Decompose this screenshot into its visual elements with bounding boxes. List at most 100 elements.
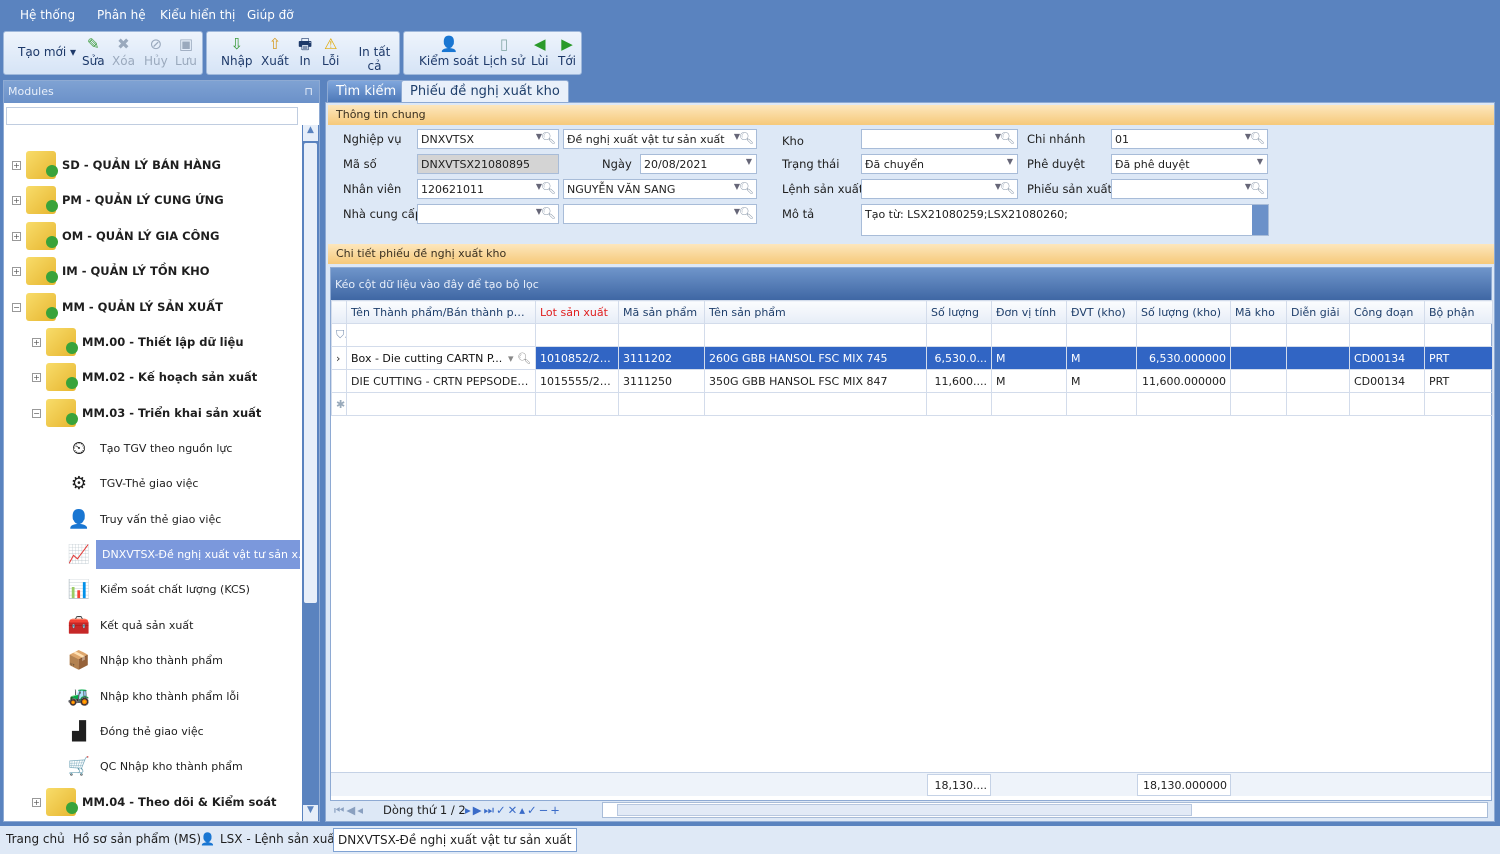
expand-toggle-icon[interactable]: + xyxy=(32,373,41,383)
nhan-vien-name-select[interactable]: NGUYỄN VĂN SANG ▼ 🔍︎ xyxy=(563,179,757,199)
menu-kieu-hien-thi[interactable]: Kiểu hiển thị xyxy=(160,8,235,22)
save-button[interactable]: ▣ Lưu xyxy=(175,34,197,68)
expand-toggle-icon[interactable]: + xyxy=(12,231,21,241)
table-cell[interactable]: 3111202 xyxy=(618,346,705,370)
column-header[interactable]: Mã kho xyxy=(1230,300,1287,324)
nav-next-last-edit-icons[interactable]: ▸▶⏭✓✕▴✓−+ xyxy=(465,803,562,818)
table-cell[interactable] xyxy=(1286,346,1350,370)
tree-item[interactable]: 🛒 QC Nhập kho thành phẩm xyxy=(64,751,243,783)
nghiep-vu-code-select[interactable]: DNXVTSX ▼ 🔍︎ xyxy=(417,129,559,149)
table-cell[interactable]: M xyxy=(991,346,1067,370)
table-cell[interactable] xyxy=(1230,369,1287,393)
table-cell[interactable]: 260G GBB HANSOL FSC MIX 745 xyxy=(704,346,927,370)
chi-nhanh-select[interactable]: 01 ▼ 🔍︎ xyxy=(1111,129,1268,149)
task-product-profile[interactable]: Hồ sơ sản phẩm (MS) xyxy=(73,832,201,846)
column-header[interactable]: Đơn vị tính xyxy=(991,300,1067,324)
cancel-button[interactable]: ⊘ Hủy xyxy=(144,34,168,68)
new-row[interactable]: ✱ xyxy=(331,392,1493,416)
task-home[interactable]: Trang chủ xyxy=(6,832,65,846)
tree-item[interactable]: MM.04 - Theo dõi & Kiểm soát xyxy=(46,786,277,818)
table-cell[interactable]: CD00134 xyxy=(1349,369,1425,393)
history-button[interactable]: ▯ Lịch sử xyxy=(483,34,525,68)
table-cell[interactable]: 11,600.... xyxy=(926,369,992,393)
column-header[interactable]: Số lượng (kho) xyxy=(1136,300,1231,324)
menu-giup-do[interactable]: Giúp đỡ xyxy=(247,8,294,22)
control-button[interactable]: 👤 Kiểm soát xyxy=(419,34,479,68)
trang-thai-select[interactable]: Đã chuyển ▼ xyxy=(861,154,1018,174)
modules-scrollbar[interactable]: ▲ ▼ xyxy=(302,125,319,821)
table-row[interactable]: DIE CUTTING - CRTN PEPSODENT... 1015555/2… xyxy=(331,369,1493,393)
import-button[interactable]: ⇩ Nhập xyxy=(221,34,253,68)
scroll-down-icon[interactable]: ▼ xyxy=(303,805,318,821)
tree-item[interactable]: ⏲ Tạo TGV theo nguồn lực xyxy=(64,432,232,464)
table-cell[interactable]: M xyxy=(1066,346,1137,370)
table-cell[interactable]: 3111250 xyxy=(618,369,705,393)
tree-item[interactable]: MM.03 - Triển khai sản xuất xyxy=(46,397,261,429)
tree-item[interactable]: SD - QUẢN LÝ BÁN HÀNG xyxy=(26,149,221,181)
table-cell[interactable]: 1010852/21... xyxy=(535,346,619,370)
task-lsx[interactable]: LSX - Lệnh sản xuất xyxy=(220,832,339,846)
lenh-san-xuat-select[interactable]: ▼ 🔍︎ xyxy=(861,179,1018,199)
menu-he-thong[interactable]: Hệ thống xyxy=(20,8,75,22)
tree-item[interactable]: MM.02 - Kế hoạch sản xuất xyxy=(46,361,257,393)
expand-toggle-icon[interactable]: + xyxy=(12,267,21,277)
filter-row[interactable]: ⛉ xyxy=(331,323,1493,347)
table-cell[interactable]: 11,600.000000 xyxy=(1136,369,1231,393)
column-header[interactable]: Mã sản phẩm xyxy=(618,300,705,324)
menu-phan-he[interactable]: Phân hệ xyxy=(97,8,146,22)
hscroll-thumb[interactable] xyxy=(617,804,1192,816)
table-cell[interactable]: 6,530.0... xyxy=(926,346,992,370)
ncc-code-select[interactable]: ▼ 🔍︎ xyxy=(417,204,559,224)
delete-button[interactable]: ✖ Xóa xyxy=(112,34,135,68)
table-cell[interactable]: CD00134 xyxy=(1349,346,1425,370)
column-header[interactable]: Lot sản xuất xyxy=(535,300,619,324)
filter-icon[interactable]: ⛉ xyxy=(331,323,347,347)
expand-toggle-icon[interactable]: − xyxy=(12,302,21,312)
column-header[interactable]: Công đoạn xyxy=(1349,300,1425,324)
horizontal-scrollbar[interactable] xyxy=(602,802,1488,818)
expand-toggle-icon[interactable]: + xyxy=(32,798,41,808)
tree-item[interactable]: 📊 Kiểm soát chất lượng (KCS) xyxy=(64,574,250,606)
table-cell[interactable]: M xyxy=(991,369,1067,393)
print-button[interactable]: 🖶 In xyxy=(298,34,312,68)
tree-item[interactable]: ▟ Đóng thẻ giao việc xyxy=(64,715,204,747)
column-header[interactable]: Diễn giải xyxy=(1286,300,1350,324)
expand-toggle-icon[interactable]: + xyxy=(32,338,41,347)
tree-item[interactable]: 🚜 Nhập kho thành phẩm lỗi xyxy=(64,680,239,712)
table-cell[interactable]: 6,530.000000 xyxy=(1136,346,1231,370)
ma-so-field[interactable]: DNXVTSX21080895 xyxy=(417,154,559,174)
nav-first-prev-icons[interactable]: ⏮◀◂ xyxy=(334,803,365,818)
table-cell[interactable] xyxy=(1230,346,1287,370)
error-button[interactable]: ⚠ Lỗi xyxy=(322,34,339,68)
tree-item[interactable]: MM - QUẢN LÝ SẢN XUẤT xyxy=(26,291,223,323)
tree-item[interactable]: 📦 Nhập kho thành phẩm xyxy=(64,645,223,677)
tree-item[interactable]: OM - QUẢN LÝ GIA CÔNG xyxy=(26,220,219,252)
new-button[interactable]: Tạo mới ▾ xyxy=(18,45,76,59)
forward-button[interactable]: ▶ Tới xyxy=(558,34,576,68)
column-header[interactable]: ĐVT (kho) xyxy=(1066,300,1137,324)
tab-search[interactable]: Tìm kiếm xyxy=(327,80,406,102)
table-cell[interactable]: 350G GBB HANSOL FSC MIX 847 xyxy=(704,369,927,393)
edit-button[interactable]: ✎ Sửa xyxy=(82,34,105,68)
table-cell[interactable]: 1015555/21... xyxy=(535,369,619,393)
column-header[interactable]: Tên Thành phẩm/Bán thành phẩm xyxy=(346,300,536,324)
back-button[interactable]: ◀ Lùi xyxy=(531,34,548,68)
mo-ta-textarea[interactable]: Tạo từ: LSX21080259;LSX21080260; xyxy=(861,204,1269,236)
phieu-san-xuat-select[interactable]: ▼ 🔍︎ xyxy=(1111,179,1268,199)
table-cell[interactable]: DIE CUTTING - CRTN PEPSODENT... xyxy=(346,369,536,393)
modules-search-input[interactable] xyxy=(6,107,298,125)
table-cell[interactable]: PRT xyxy=(1424,369,1493,393)
ncc-name-select[interactable]: ▼ 🔍︎ xyxy=(563,204,757,224)
table-row[interactable]: › Box - Die cutting CARTN P... ▾ 🔍︎ 101085… xyxy=(331,346,1493,370)
table-cell[interactable]: M xyxy=(1066,369,1137,393)
kho-select[interactable]: ▼ 🔍︎ xyxy=(861,129,1018,149)
textarea-scrollbar[interactable] xyxy=(1252,205,1268,235)
scroll-up-icon[interactable]: ▲ xyxy=(303,125,318,141)
nghiep-vu-name-select[interactable]: Đề nghị xuất vật tư sản xuất ▼ 🔍︎ xyxy=(563,129,757,149)
tree-item[interactable]: PM - QUẢN LÝ CUNG ỨNG xyxy=(26,184,224,216)
tree-item[interactable]: 🧰 Kết quả sản xuất xyxy=(64,609,194,641)
pin-icon[interactable]: ⊓ xyxy=(304,85,313,98)
expand-toggle-icon[interactable]: + xyxy=(12,196,21,206)
new-row-icon[interactable]: ✱ xyxy=(331,392,347,416)
ngay-date-picker[interactable]: 20/08/2021 ▼ xyxy=(640,154,757,174)
